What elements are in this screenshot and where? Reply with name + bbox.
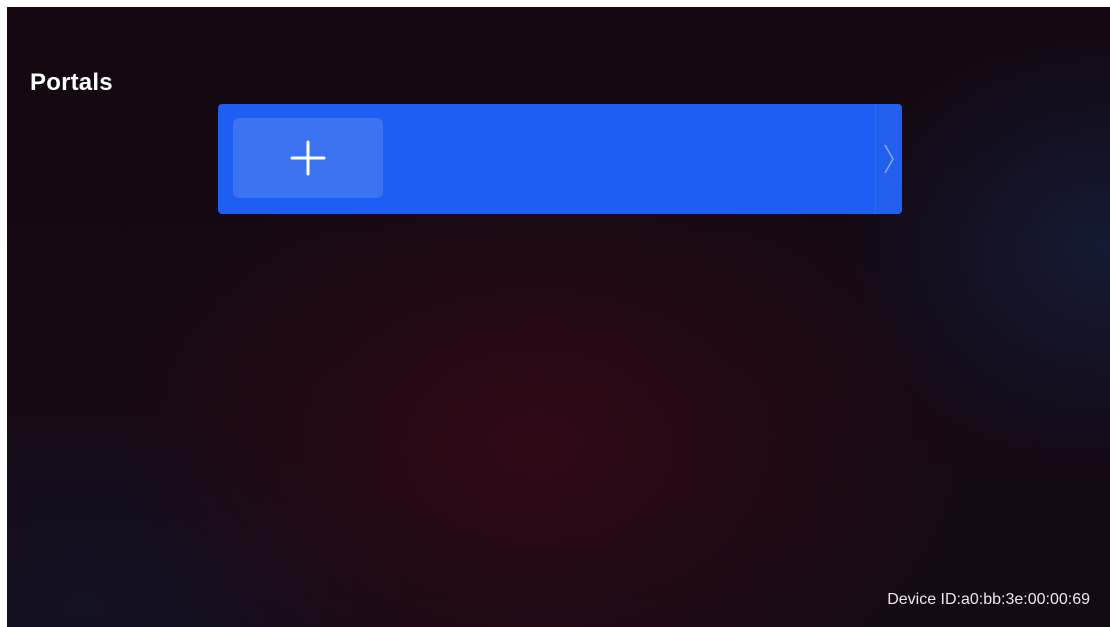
page-title: Portals [30, 69, 113, 96]
add-portal-button[interactable] [233, 118, 383, 198]
chevron-right-icon [884, 144, 894, 174]
device-id-label: Device ID:a0:bb:3e:00:00:69 [887, 591, 1090, 608]
plus-icon [290, 140, 326, 176]
portal-list-row [218, 104, 902, 214]
portals-screen: Portals Device ID:a0:bb:3e:00:00:69 [7, 7, 1110, 627]
scroll-right-button[interactable] [875, 104, 902, 214]
